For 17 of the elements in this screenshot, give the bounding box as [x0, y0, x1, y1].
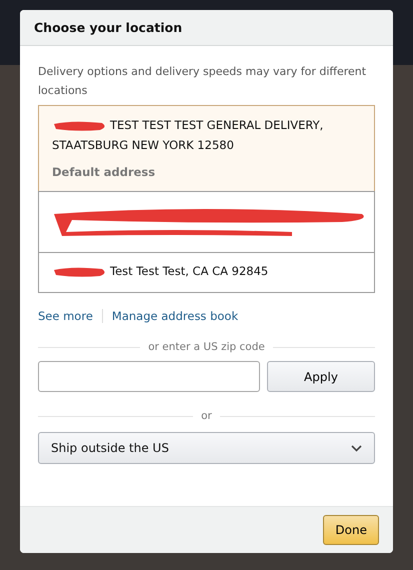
address-option[interactable]: TEST TEST TEST GENERAL DELIVERY, STAATSBURG NEW YORK 12580 Default address — [38, 105, 375, 192]
default-address-label: Default address — [52, 165, 156, 179]
address-link[interactable]: See more — [38, 309, 102, 323]
address-link[interactable]: Manage address book — [102, 309, 248, 323]
done-button[interactable]: Done — [323, 515, 379, 545]
divider-label: or enter a US zip code — [148, 341, 265, 353]
zip-code-field[interactable] — [38, 361, 260, 392]
address-text: Test Test Test, CA CA 92845 — [52, 261, 361, 281]
apply-button[interactable]: Apply — [267, 361, 375, 392]
chevron-down-icon — [351, 444, 362, 452]
dialog-title: Choose your location — [34, 20, 182, 35]
country-dropdown[interactable]: Ship outside the US — [38, 432, 375, 464]
address-option[interactable]: Test Test Test, CA CA 92845 — [38, 252, 375, 293]
address-option[interactable] — [38, 191, 375, 253]
divider-label: or — [201, 410, 212, 422]
address-text: TEST TEST TEST GENERAL DELIVERY, STAATSBURG NEW YORK 12580 — [52, 117, 324, 154]
intro-text: Delivery options and delivery speeds may vary for different locations — [38, 64, 368, 99]
